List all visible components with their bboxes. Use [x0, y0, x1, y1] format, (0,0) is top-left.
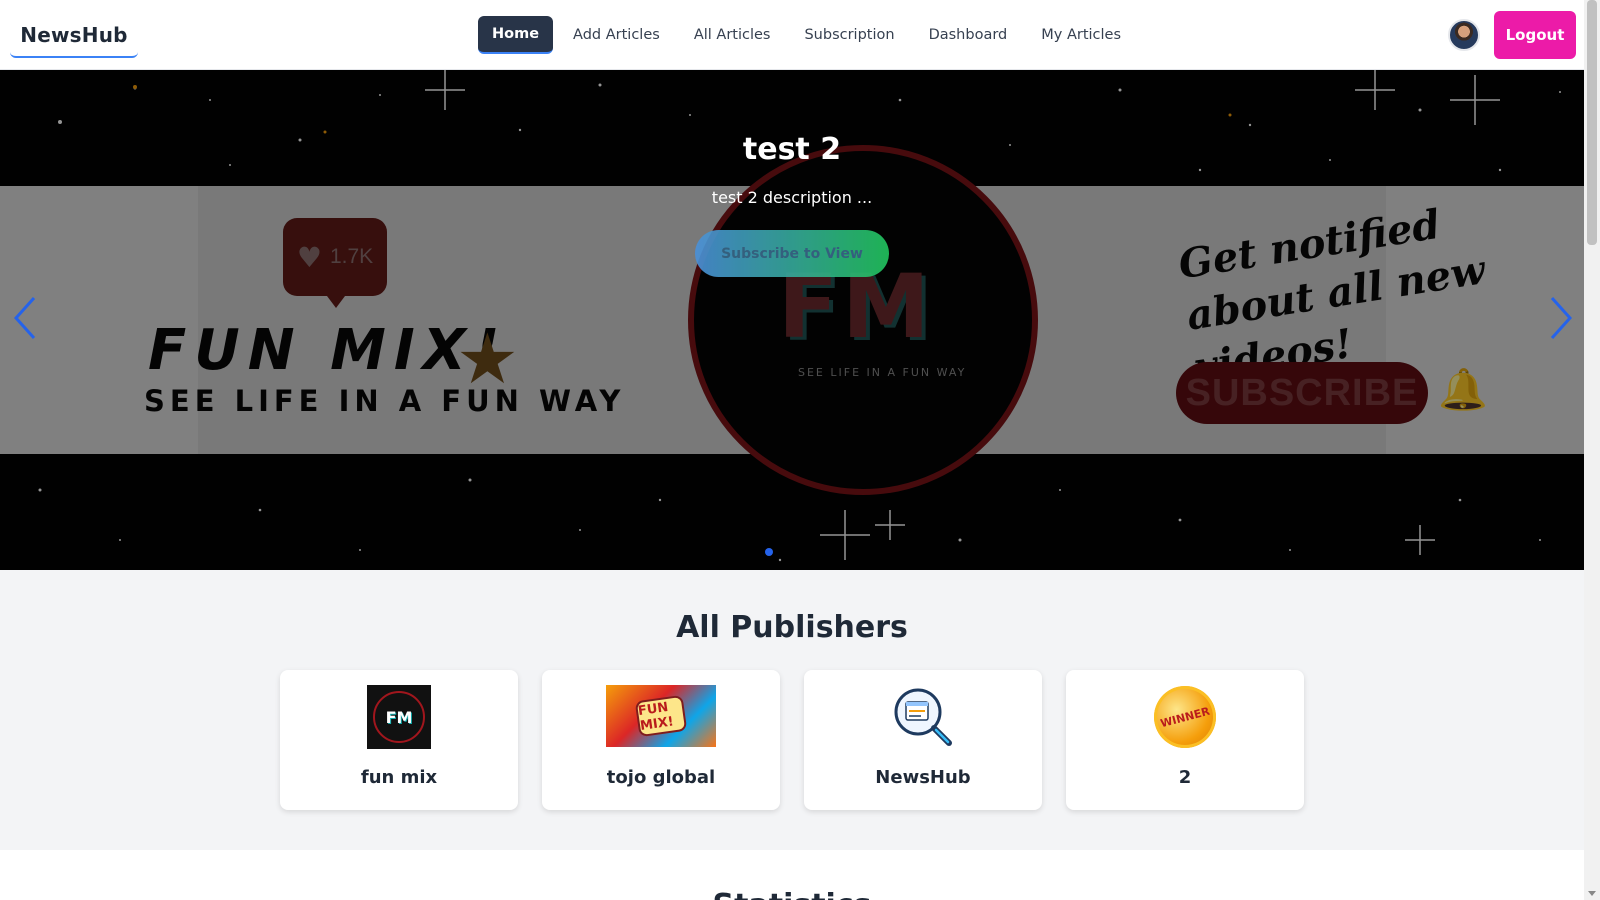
- magnifier-document-icon: [891, 685, 955, 749]
- avatar[interactable]: [1448, 19, 1480, 51]
- publisher-card[interactable]: WINNER 2: [1066, 670, 1304, 810]
- statistics-title: Statistics: [0, 888, 1584, 900]
- winner-badge-icon: WINNER: [1147, 679, 1223, 755]
- publisher-name: NewsHub: [875, 767, 971, 788]
- hero-carousel: ♥ 1.7K FUN MIX! ★ SEE LIFE IN A FUN WAY …: [0, 70, 1584, 570]
- nav-my-articles[interactable]: My Articles: [1027, 16, 1135, 54]
- logout-button[interactable]: Logout: [1494, 11, 1576, 59]
- scrollbar-thumb[interactable]: [1587, 0, 1597, 245]
- fun-mix-welcome-logo-icon: FUN MIX!: [606, 685, 716, 747]
- publishers-title: All Publishers: [676, 610, 908, 645]
- scroll-down-arrow-icon[interactable]: [1588, 891, 1596, 896]
- subscribe-to-view-button[interactable]: Subscribe to View: [695, 230, 889, 277]
- nav-dashboard[interactable]: Dashboard: [915, 16, 1022, 54]
- slide-description: test 2 description ...: [711, 188, 873, 207]
- statistics-section: Statistics: [0, 850, 1584, 900]
- navbar: NewsHub Home Add Articles All Articles S…: [0, 0, 1584, 70]
- nav-all-articles[interactable]: All Articles: [680, 16, 785, 54]
- publishers-section: All Publishers FM fun mix FUN MIX! tojo …: [0, 570, 1584, 850]
- publisher-card[interactable]: NewsHub: [804, 670, 1042, 810]
- publisher-name: 2: [1178, 767, 1192, 788]
- nav-home[interactable]: Home: [478, 16, 554, 54]
- publisher-cards: FM fun mix FUN MIX! tojo global NewsHub …: [280, 670, 1304, 810]
- brand-logo[interactable]: NewsHub: [10, 14, 138, 58]
- publisher-name: tojo global: [606, 767, 716, 788]
- slide-title: test 2: [742, 132, 842, 167]
- carousel-dot[interactable]: [765, 548, 773, 556]
- carousel-next-icon[interactable]: [1544, 290, 1578, 346]
- publisher-card[interactable]: FUN MIX! tojo global: [542, 670, 780, 810]
- nav-links: Home Add Articles All Articles Subscript…: [478, 16, 1135, 54]
- page-scrollbar[interactable]: [1584, 0, 1600, 900]
- carousel-prev-icon[interactable]: [8, 290, 42, 346]
- fm-logo-icon: FM: [367, 685, 431, 749]
- publisher-name: fun mix: [360, 767, 438, 788]
- publisher-card[interactable]: FM fun mix: [280, 670, 518, 810]
- nav-add-articles[interactable]: Add Articles: [559, 16, 674, 54]
- nav-subscription[interactable]: Subscription: [790, 16, 908, 54]
